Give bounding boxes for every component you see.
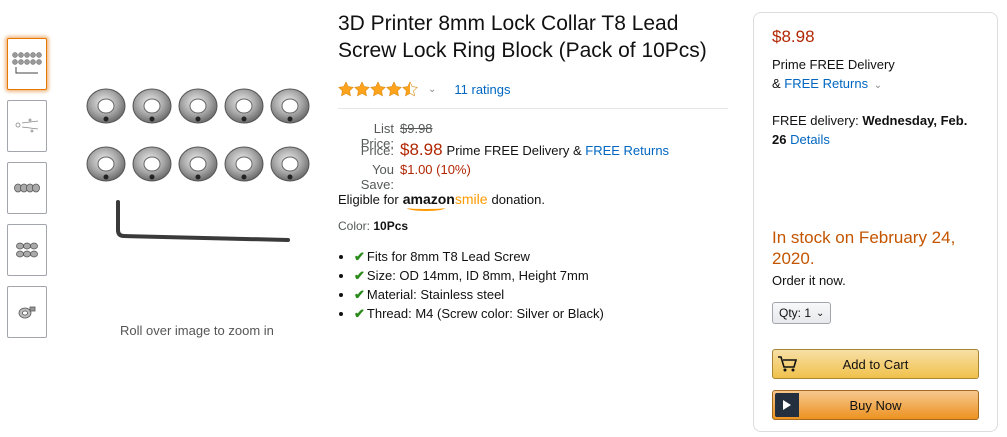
checkmark-icon: ✔ — [354, 306, 365, 321]
delivery-info: FREE delivery: Wednesday, Feb. 26 Detail… — [772, 113, 968, 147]
feature-bullets: ✔Fits for 8mm T8 Lead Screw ✔Size: OD 14… — [338, 247, 728, 323]
chevron-down-icon[interactable]: ⌄ — [428, 84, 436, 95]
buybox-free-returns-link[interactable]: FREE Returns — [784, 76, 868, 91]
smile-suffix: donation. — [491, 192, 546, 207]
list-price: $9.98 — [400, 121, 433, 136]
color-row: Color: 10Pcs — [338, 219, 728, 233]
star-rating[interactable] — [338, 81, 418, 97]
amazonsmile-logo[interactable]: amazonsmile — [403, 191, 488, 211]
you-save-label: You Save: — [360, 162, 394, 192]
chevron-down-icon: ⌄ — [816, 307, 825, 319]
order-now-text: Order it now. — [772, 273, 846, 288]
checkmark-icon: ✔ — [354, 268, 365, 283]
color-label: Color: — [338, 219, 371, 233]
quantity-select[interactable]: Qty: 1 ⌄ — [772, 302, 832, 324]
you-save-value: $1.00 (10%) — [400, 162, 471, 177]
thumbnail-strip — [7, 38, 47, 348]
star-full-icon — [354, 81, 370, 97]
prime-delivery-text: Prime FREE Delivery & — [446, 143, 582, 158]
thumbnail-2[interactable] — [7, 100, 47, 152]
thumbnail-4[interactable] — [7, 224, 47, 276]
buybox-price: $8.98 — [772, 27, 815, 46]
rating-row: ⌄ 11 ratings — [338, 78, 728, 100]
play-icon — [775, 393, 799, 417]
smile-prefix: Eligible for — [338, 192, 399, 207]
amazonsmile-row: Eligible for amazonsmile donation. — [338, 191, 728, 211]
star-half-icon — [402, 81, 418, 97]
product-details: 3D Printer 8mm Lock Collar T8 Lead Screw… — [338, 10, 728, 323]
zoom-hint: Roll over image to zoom in — [120, 323, 274, 338]
stock-status: In stock on February 24, 2020. — [772, 228, 956, 268]
product-main-image[interactable] — [80, 80, 310, 250]
buy-box: $8.98 Prime FREE Delivery & FREE Returns… — [753, 12, 998, 432]
feature-bullet: ✔Fits for 8mm T8 Lead Screw — [354, 247, 728, 266]
star-full-icon — [338, 81, 354, 97]
checkmark-icon: ✔ — [354, 249, 365, 264]
divider — [338, 108, 728, 109]
star-full-icon — [370, 81, 386, 97]
ratings-link[interactable]: 11 ratings — [454, 82, 510, 97]
buy-now-button[interactable]: Buy Now — [772, 390, 979, 420]
price-label: Price: — [360, 143, 394, 158]
color-value: 10Pcs — [373, 219, 409, 233]
buybox-prime: Prime FREE Delivery & FREE Returns ⌄ — [772, 57, 895, 91]
price-value: $8.98 — [400, 140, 443, 159]
price-table: List Price: $9.98 Price: $8.98 Prime FRE… — [338, 121, 728, 192]
thumbnail-3[interactable] — [7, 162, 47, 214]
free-returns-link[interactable]: FREE Returns — [585, 143, 669, 158]
checkmark-icon: ✔ — [354, 287, 365, 302]
feature-bullet: ✔Thread: M4 (Screw color: Silver or Blac… — [354, 304, 728, 323]
feature-bullet: ✔Material: Stainless steel — [354, 285, 728, 304]
thumbnail-5[interactable] — [7, 286, 47, 338]
feature-bullet: ✔Size: OD 14mm, ID 8mm, Height 7mm — [354, 266, 728, 285]
chevron-down-icon[interactable]: ⌄ — [874, 80, 882, 91]
thumbnail-1[interactable] — [7, 38, 47, 90]
details-link[interactable]: Details — [790, 132, 830, 147]
product-title: 3D Printer 8mm Lock Collar T8 Lead Screw… — [338, 12, 707, 62]
add-to-cart-button[interactable]: Add to Cart — [772, 349, 979, 379]
star-full-icon — [386, 81, 402, 97]
cart-icon — [773, 350, 803, 378]
